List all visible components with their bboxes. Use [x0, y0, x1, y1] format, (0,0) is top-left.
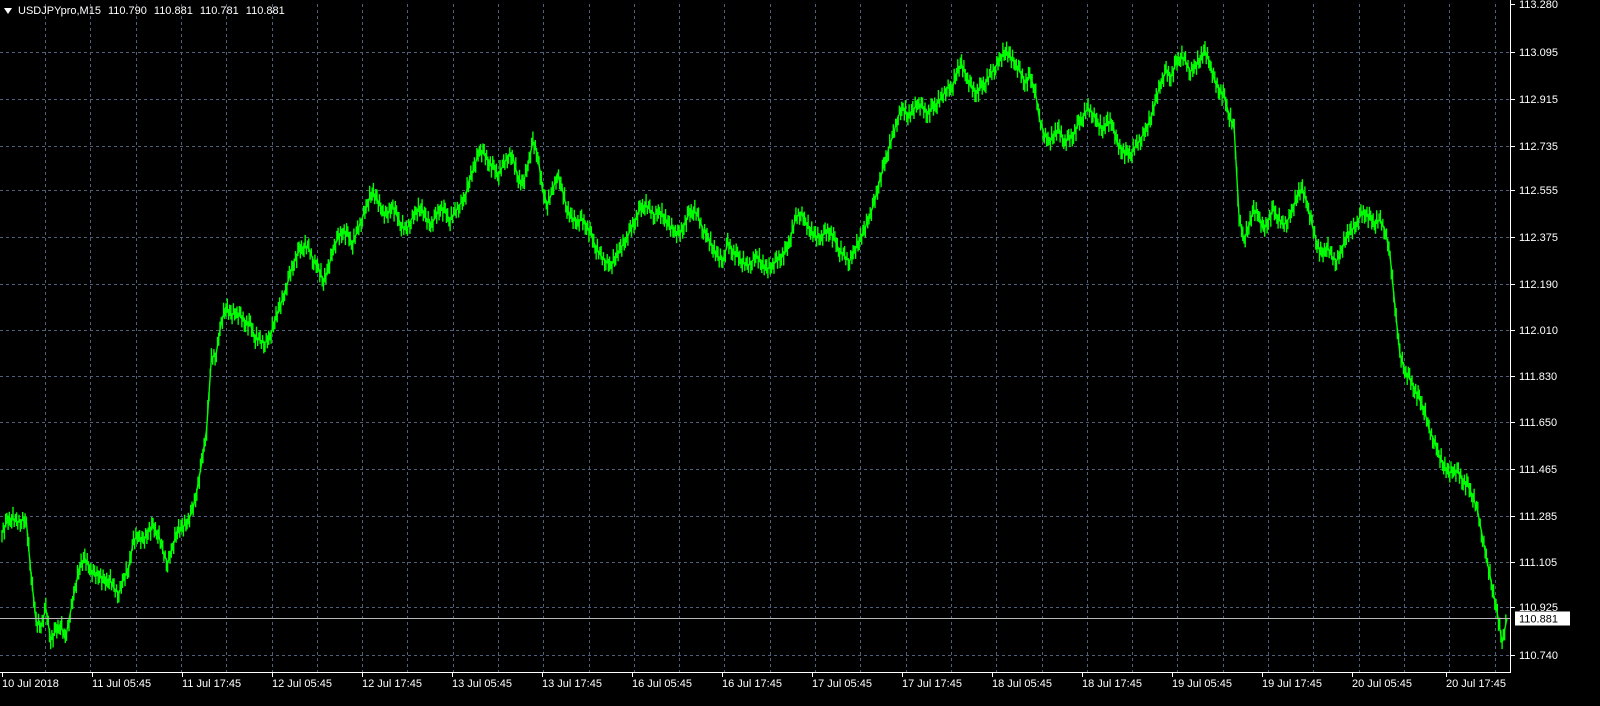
time-tick-label: 13 Jul 05:45	[452, 678, 512, 690]
current-price-label: 110.881	[1519, 614, 1558, 626]
price-tick-label: 112.555	[1519, 185, 1558, 197]
price-tick-label: 111.465	[1519, 464, 1557, 476]
time-tick-label: 11 Jul 05:45	[92, 678, 151, 690]
price-tick-label: 113.095	[1519, 47, 1558, 59]
time-tick-label: 13 Jul 17:45	[542, 678, 602, 690]
price-tick-label: 111.285	[1519, 511, 1557, 523]
time-tick-label: 17 Jul 05:45	[812, 678, 872, 690]
symbol-label: USDJPYpro,M15	[18, 5, 101, 17]
price-tick-label: 111.105	[1519, 557, 1557, 569]
open-value: 110.790	[107, 5, 147, 17]
price-tick-label: 112.915	[1519, 94, 1558, 106]
time-tick-label: 18 Jul 17:45	[1082, 678, 1142, 690]
time-tick-label: 16 Jul 05:45	[632, 678, 692, 690]
time-tick-label: 18 Jul 05:45	[992, 678, 1052, 690]
close-value: 110.881	[245, 5, 285, 17]
time-tick-label: 19 Jul 17:45	[1262, 678, 1322, 690]
price-tick-label: 112.735	[1519, 141, 1558, 153]
time-tick-label: 11 Jul 17:45	[182, 678, 241, 690]
chart-header: USDJPYpro,M15 110.790 110.881 110.781 11…	[4, 3, 292, 19]
price-tick-label: 111.650	[1519, 417, 1557, 429]
chevron-down-icon[interactable]	[4, 8, 12, 14]
high-value: 110.881	[153, 5, 193, 17]
time-tick-label: 12 Jul 17:45	[362, 678, 422, 690]
price-tick-label: 113.280	[1519, 0, 1558, 11]
time-tick-label: 17 Jul 17:45	[902, 678, 962, 690]
chart-window[interactable]: 110.881 113.280 113.095 112.915 112.735 112.…	[0, 0, 1600, 706]
time-tick-label: 20 Jul 05:45	[1352, 678, 1412, 690]
low-value: 110.781	[199, 5, 239, 17]
time-tick-label: 10 Jul 2018	[2, 678, 59, 690]
time-tick-label: 12 Jul 05:45	[272, 678, 332, 690]
price-tick-label: 111.830	[1519, 371, 1557, 383]
price-tick-label: 110.740	[1519, 650, 1558, 662]
price-tick-label: 112.010	[1519, 325, 1558, 337]
price-tick-label: 112.190	[1519, 279, 1558, 291]
price-tick-label: 112.375	[1519, 232, 1558, 244]
price-tick-label: 110.925	[1519, 602, 1558, 614]
price-chart[interactable]: 110.881 113.280 113.095 112.915 112.735 112.…	[0, 0, 1600, 706]
time-tick-label: 16 Jul 17:45	[722, 678, 782, 690]
time-tick-label: 20 Jul 17:45	[1446, 678, 1506, 690]
time-tick-label: 19 Jul 05:45	[1172, 678, 1232, 690]
